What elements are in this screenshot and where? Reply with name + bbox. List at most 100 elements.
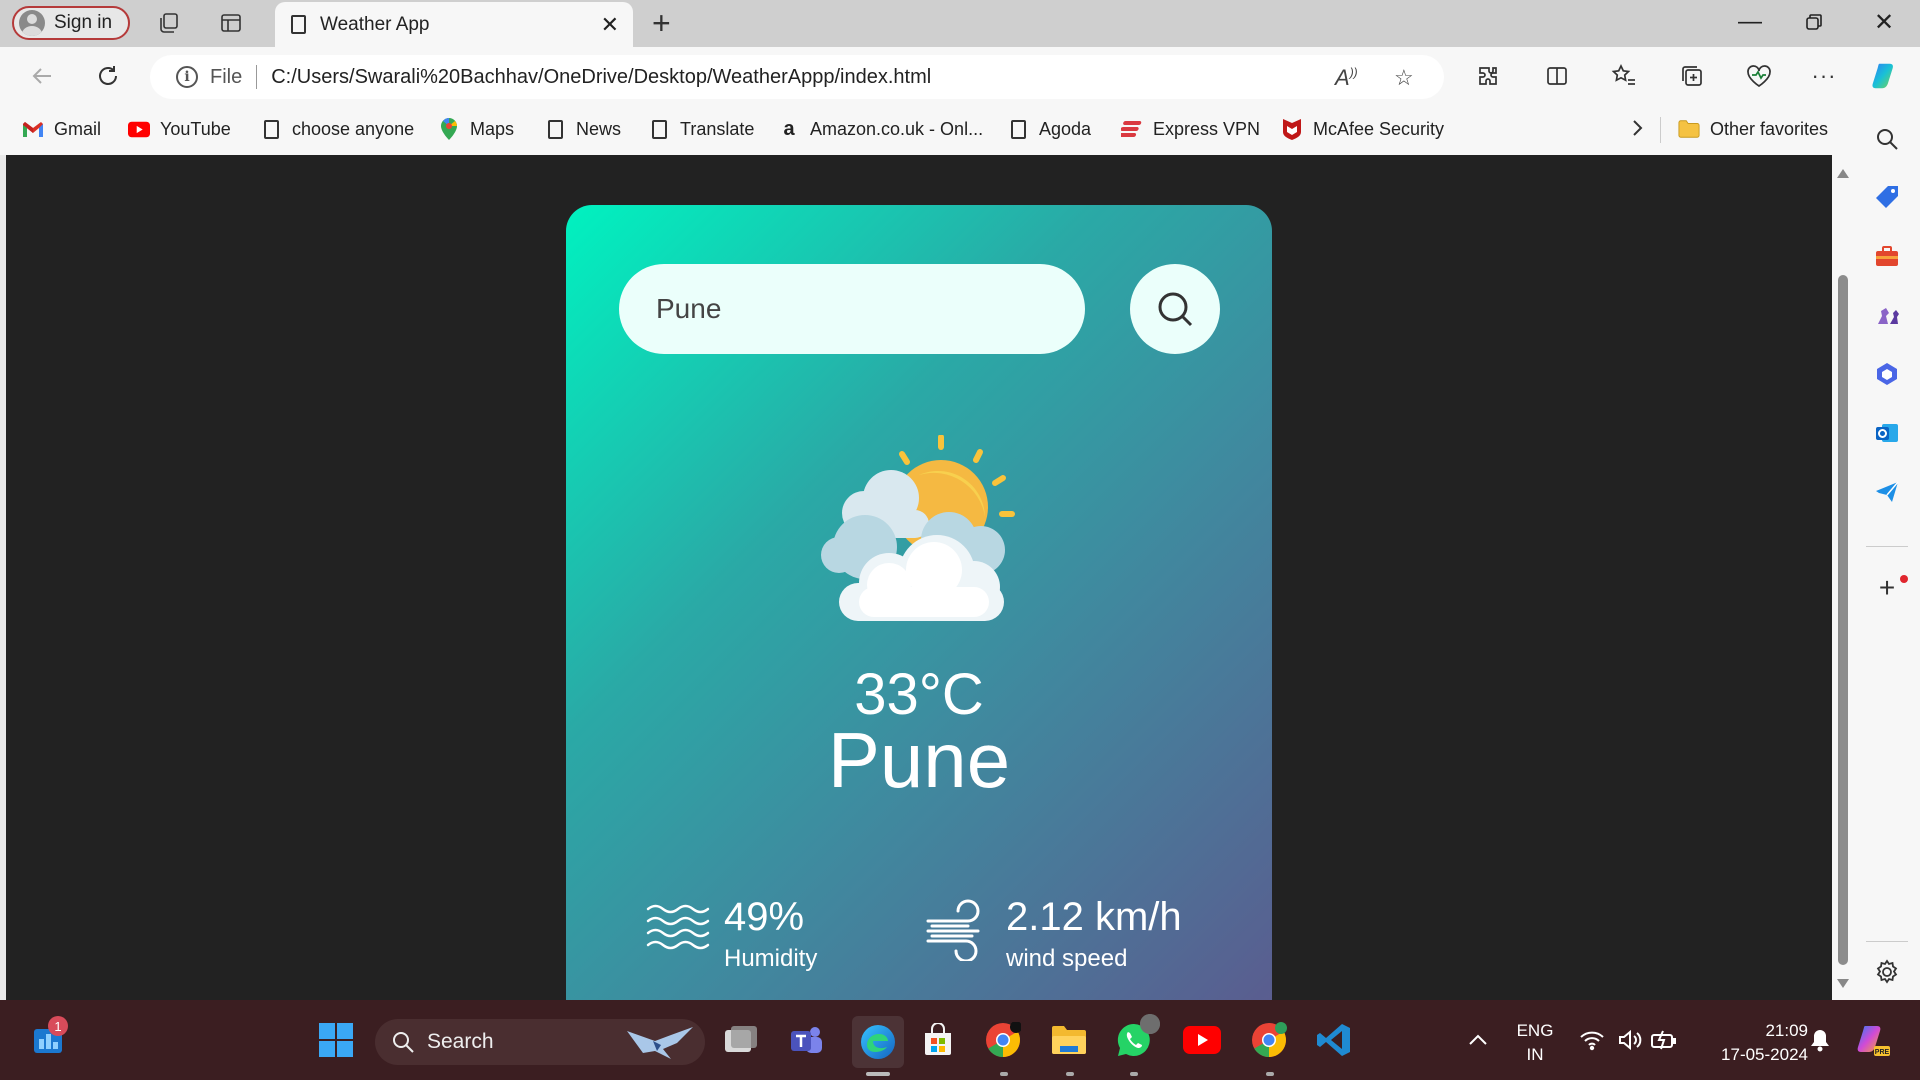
sign-in-label: Sign in [54, 12, 113, 33]
scroll-down-arrow-icon[interactable] [1837, 979, 1849, 988]
city-search-input[interactable] [619, 264, 1085, 354]
send-telegram-icon[interactable] [1873, 478, 1901, 506]
sidebar-settings-gear-icon[interactable] [1873, 958, 1901, 986]
notification-bell-icon[interactable] [1800, 1020, 1840, 1060]
scroll-up-arrow-icon[interactable] [1837, 169, 1849, 178]
copilot-pre-icon[interactable]: PRE [1852, 1020, 1892, 1060]
other-favorites-folder[interactable]: Other favorites [1678, 118, 1828, 140]
page-icon [648, 118, 670, 140]
copilot-icon[interactable] [1870, 60, 1902, 92]
wind-icon [926, 899, 980, 961]
clock[interactable]: 21:09 17-05-2024 [1688, 1021, 1808, 1065]
close-window-icon[interactable]: ✕ [1874, 8, 1894, 37]
favorite-label: Gmail [54, 118, 102, 139]
whatsapp-badge-dup [1140, 1014, 1160, 1034]
add-sidebar-app-icon[interactable]: + [1873, 572, 1901, 603]
favorite-translate[interactable]: Translate [648, 118, 754, 140]
battery-charging-icon[interactable] [1644, 1020, 1684, 1060]
page-icon [260, 118, 282, 140]
task-view-icon[interactable] [721, 1020, 761, 1060]
tab-weather-app[interactable]: Weather App ✕ [275, 2, 633, 47]
favorite-label: YouTube [160, 118, 231, 139]
whatsapp-running-indicator [1130, 1072, 1138, 1076]
extensions-icon[interactable] [1472, 60, 1504, 92]
favorite-choose-anyone[interactable]: choose anyone [260, 118, 414, 140]
favorite-express-vpn[interactable]: Express VPN [1121, 118, 1260, 140]
address-separator [256, 65, 258, 89]
sign-in-button[interactable]: Sign in [12, 6, 130, 40]
favorite-label: Amazon.co.uk - Onl... [810, 118, 984, 139]
chrome-running-indicator [1000, 1072, 1008, 1076]
address-scheme: File [210, 65, 243, 88]
favorites-divider [1660, 117, 1661, 143]
sidebar-search-icon[interactable] [1873, 125, 1901, 153]
outlook-icon[interactable] [1873, 419, 1901, 447]
show-hidden-icons-chevron-icon[interactable] [1458, 1020, 1498, 1060]
wifi-icon[interactable] [1572, 1020, 1612, 1060]
svg-text:PRE: PRE [1875, 1049, 1890, 1056]
favorite-youtube[interactable]: YouTube [128, 118, 231, 140]
browser-title-bar: Sign in Weather App ✕ + — ✕ [0, 0, 1920, 47]
site-info-icon[interactable]: i [176, 66, 198, 88]
favorite-news[interactable]: News [544, 118, 621, 140]
favorite-amazon[interactable]: a Amazon.co.uk - Onl... [778, 118, 983, 140]
partly-cloudy-icon [821, 435, 1015, 621]
windows-start-icon[interactable] [316, 1020, 356, 1060]
youtube-app-icon[interactable] [1182, 1020, 1222, 1060]
shopping-tag-icon[interactable] [1873, 183, 1901, 211]
folder-icon [1678, 118, 1700, 140]
microsoft-365-icon[interactable] [1873, 360, 1901, 388]
wind-speed-value: 2.12 km/h [1006, 895, 1182, 939]
file-explorer-icon[interactable] [1049, 1020, 1089, 1060]
page-icon [291, 15, 306, 34]
teams-icon[interactable] [786, 1020, 826, 1060]
read-aloud-icon[interactable]: A)) [1335, 65, 1358, 91]
weather-card: 33°C Pune 49% Humidity 2.12 km/h wind sp… [566, 205, 1272, 1000]
refresh-icon[interactable] [92, 60, 124, 92]
microsoft-store-icon[interactable] [918, 1020, 958, 1060]
browser-essentials-icon[interactable] [1743, 60, 1775, 92]
vscode-icon[interactable] [1314, 1020, 1354, 1060]
page-scrollbar[interactable] [1832, 155, 1854, 1000]
favorite-mcafee[interactable]: McAfee Security [1281, 118, 1444, 140]
favorite-label: News [576, 118, 622, 139]
favorite-agoda[interactable]: Agoda [1007, 118, 1091, 140]
split-screen-icon[interactable] [1541, 60, 1573, 92]
games-icon[interactable] [1873, 301, 1901, 329]
humidity-label: Humidity [724, 945, 818, 972]
minimize-icon[interactable]: — [1738, 8, 1762, 36]
workspaces-icon[interactable] [156, 10, 182, 36]
more-options-icon[interactable]: ··· [1808, 60, 1840, 92]
new-tab-button[interactable]: + [652, 7, 671, 39]
favorite-gmail[interactable]: Gmail [22, 118, 101, 140]
address-url[interactable]: C:/Users/Swarali%20Bachhav/OneDrive/Desk… [271, 66, 931, 89]
favorite-label: choose anyone [292, 118, 415, 139]
clock-date: 17-05-2024 [1721, 1045, 1808, 1064]
collections-icon[interactable] [1676, 60, 1708, 92]
address-bar[interactable]: i File C:/Users/Swarali%20Bachhav/OneDri… [150, 55, 1444, 99]
taskbar-search-box[interactable]: Search [375, 1019, 705, 1065]
vertical-tabs-icon[interactable] [218, 10, 244, 36]
edge-taskbar-icon[interactable] [852, 1016, 904, 1068]
more-favorites-chevron-icon[interactable] [1630, 118, 1644, 138]
search-icon [1158, 292, 1193, 327]
favorites-bar: Gmail YouTube choose anyone Maps News Tr… [0, 105, 1920, 155]
widgets-badge: 1 [48, 1016, 68, 1036]
tools-briefcase-icon[interactable] [1873, 242, 1901, 270]
chrome-profile-icon[interactable] [1249, 1020, 1289, 1060]
favorites-icon[interactable] [1608, 60, 1640, 92]
restore-icon[interactable] [1805, 10, 1823, 38]
gmail-icon [22, 118, 44, 140]
sidebar-divider [1866, 546, 1908, 547]
favorite-maps[interactable]: Maps [438, 118, 514, 140]
tab-close-icon[interactable]: ✕ [601, 12, 619, 38]
taskbar-search-label: Search [427, 1030, 494, 1053]
search-button[interactable] [1130, 264, 1220, 354]
chrome-icon[interactable] [983, 1020, 1023, 1060]
favorite-label: Maps [470, 118, 515, 139]
scrollbar-thumb[interactable] [1838, 275, 1848, 965]
favorite-star-icon[interactable]: ☆ [1394, 65, 1414, 91]
notification-dot [1900, 575, 1908, 583]
back-arrow-icon[interactable] [26, 60, 58, 92]
language-indicator[interactable]: ENG IN [1510, 1021, 1560, 1065]
